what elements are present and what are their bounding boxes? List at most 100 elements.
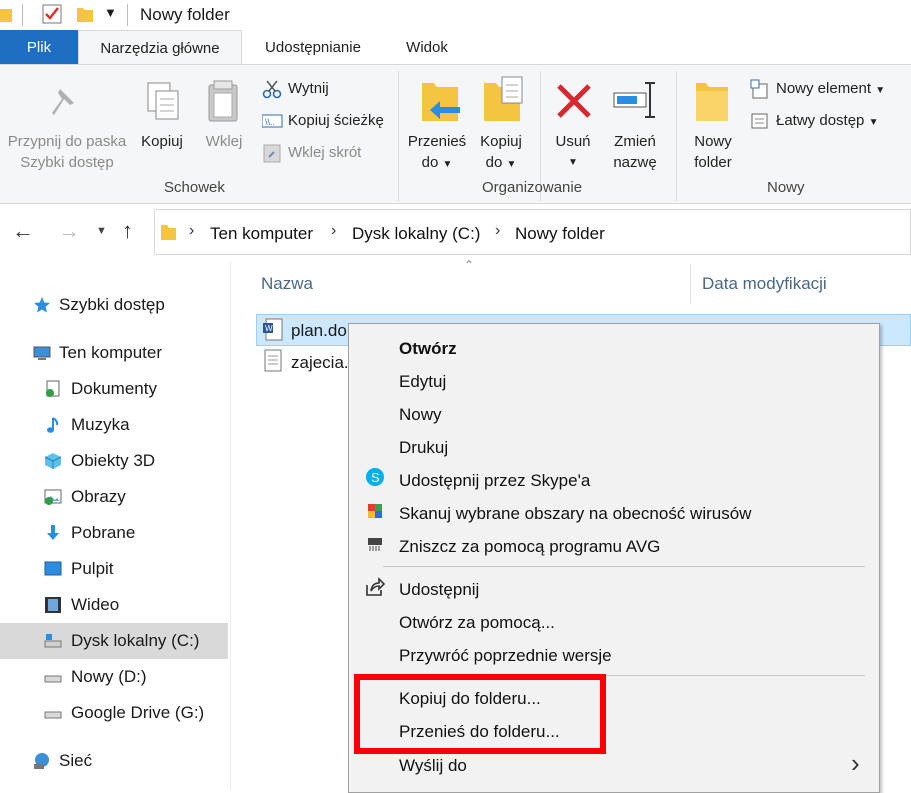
- new-folder-button[interactable]: Nowy folder: [684, 131, 742, 173]
- chevron-right-icon[interactable]: ›: [189, 222, 194, 240]
- nav-new-d[interactable]: Nowy (D:): [0, 659, 228, 695]
- nav-pictures[interactable]: Obrazy: [0, 479, 228, 515]
- navigation-pane: Szybki dostęp Ten komputer Dokumenty Muz…: [0, 262, 231, 790]
- pin-label-1: Przypnij do paska: [7, 133, 127, 150]
- svg-text:\\..: \\..: [265, 117, 275, 127]
- paste-button[interactable]: Wklej: [198, 131, 250, 152]
- new-item-button[interactable]: Nowy element ▼: [776, 80, 885, 97]
- submenu-arrow-icon: ›: [851, 748, 860, 778]
- column-header-name[interactable]: Nazwa: [261, 274, 313, 294]
- nav-network[interactable]: Sieć: [0, 743, 228, 779]
- new-item-label: Nowy element: [776, 80, 872, 97]
- delete-icon: [557, 84, 591, 118]
- copy-to-label-2: do: [485, 154, 503, 171]
- menu-item-restore-versions[interactable]: Przywróć poprzednie wersje: [399, 646, 612, 666]
- file-name[interactable]: zajecia.t: [291, 353, 353, 373]
- menu-item-new[interactable]: Nowy: [399, 405, 442, 425]
- column-divider[interactable]: [690, 264, 691, 304]
- menu-item-open[interactable]: Otwórz: [399, 339, 457, 359]
- chevron-right-icon[interactable]: ›: [495, 222, 500, 240]
- tab-file[interactable]: Plik: [0, 30, 78, 64]
- copy-to-label-1: Kopiuj: [480, 133, 522, 150]
- nav-label: Sieć: [59, 751, 93, 770]
- paste-shortcut-button[interactable]: Wklej skrót: [288, 144, 361, 161]
- dropdown-arrow-icon: ▼: [875, 85, 886, 96]
- copy-to-button[interactable]: Kopiuj do ▼: [472, 131, 530, 175]
- tab-share[interactable]: Udostępnianie: [246, 30, 380, 64]
- new-folder-label-2: folder: [694, 154, 732, 171]
- menu-item-print[interactable]: Drukuj: [399, 438, 448, 458]
- copy-path-button[interactable]: Kopiuj ścieżkę: [288, 112, 384, 129]
- menu-item-avg-scan[interactable]: Skanuj wybrane obszary na obecność wirus…: [399, 504, 751, 524]
- menu-item-open-with[interactable]: Otwórz za pomocą...: [399, 613, 555, 633]
- ribbon: Przypnij do paska Szybki dostęp Kopiuj W…: [0, 64, 911, 204]
- nav-desktop[interactable]: Pulpit: [0, 551, 228, 587]
- word-document-icon: W: [263, 318, 283, 341]
- desktop-icon: [44, 561, 62, 576]
- tab-home[interactable]: Narzędzia główne: [78, 30, 242, 65]
- nav-quick-access[interactable]: Szybki dostęp: [0, 287, 228, 323]
- nav-music[interactable]: Muzyka: [0, 407, 228, 443]
- properties-checkbox-icon[interactable]: [42, 4, 62, 24]
- nav-local-disk[interactable]: Dysk lokalny (C:): [0, 623, 228, 659]
- pin-to-quick-access-button[interactable]: Przypnij do paska Szybki dostęp: [0, 131, 134, 173]
- nav-documents[interactable]: Dokumenty: [0, 371, 228, 407]
- file-name[interactable]: plan.do: [291, 321, 347, 341]
- delete-button[interactable]: Usuń ▼: [548, 131, 598, 173]
- rename-label-1: Zmień: [614, 133, 656, 150]
- nav-google-drive[interactable]: Google Drive (G:): [0, 695, 228, 731]
- easy-access-button[interactable]: Łatwy dostęp ▼: [776, 112, 878, 129]
- skype-icon: S: [366, 468, 384, 486]
- nav-label: Szybki dostęp: [59, 295, 165, 314]
- recent-locations-dropdown-icon[interactable]: ▼: [96, 225, 107, 237]
- address-bar[interactable]: › Ten komputer › Dysk lokalny (C:) › Now…: [154, 209, 911, 255]
- new-folder-quick-icon[interactable]: [76, 4, 94, 24]
- title-bar: ▼ Nowy folder: [0, 0, 911, 30]
- text-file-icon: [264, 349, 282, 372]
- up-button[interactable]: ↑: [122, 218, 133, 244]
- download-icon: [47, 525, 59, 540]
- copy-button[interactable]: Kopiuj: [136, 131, 188, 152]
- nav-label: Ten komputer: [59, 343, 162, 362]
- group-organize-label: Organizowanie: [482, 179, 583, 196]
- nav-downloads[interactable]: Pobrane: [0, 515, 228, 551]
- nav-label: Wideo: [71, 595, 120, 614]
- drive-icon: [44, 711, 62, 719]
- breadcrumb-local-disk[interactable]: Dysk lokalny (C:): [352, 224, 480, 244]
- rename-button[interactable]: Zmień nazwę: [604, 131, 666, 173]
- nav-label: Dokumenty: [71, 379, 157, 398]
- nav-videos[interactable]: Wideo: [0, 587, 228, 623]
- folder-icon: [161, 225, 176, 240]
- menu-item-share-skype[interactable]: Udostępnij przez Skype'a: [399, 471, 590, 491]
- nav-label: Obiekty 3D: [71, 451, 156, 470]
- nav-3d-objects[interactable]: Obiekty 3D: [0, 443, 228, 479]
- menu-item-send-to[interactable]: Wyślij do: [399, 756, 467, 776]
- chevron-right-icon[interactable]: ›: [331, 222, 336, 240]
- dropdown-arrow-icon: ▼: [442, 159, 453, 170]
- film-icon: [45, 597, 61, 613]
- breadcrumb-this-pc[interactable]: Ten komputer: [210, 224, 313, 244]
- menu-item-share[interactable]: Udostępnij: [399, 580, 479, 600]
- column-header-date-modified[interactable]: Data modyfikacji: [702, 274, 827, 294]
- network-icon: [34, 753, 49, 769]
- back-button[interactable]: ←: [12, 218, 34, 244]
- nav-label: Pobrane: [71, 523, 136, 542]
- quick-access-dropdown-icon[interactable]: ▼: [104, 5, 117, 20]
- menu-item-edit[interactable]: Edytuj: [399, 372, 446, 392]
- avg-scan-icon: [368, 504, 382, 518]
- move-to-button[interactable]: Przenieś do ▼: [404, 131, 470, 175]
- menu-item-avg-shred[interactable]: Zniszcz za pomocą programu AVG: [399, 537, 660, 557]
- breadcrumb-new-folder[interactable]: Nowy folder: [515, 224, 605, 244]
- delete-label: Usuń: [555, 133, 591, 150]
- scissors-icon: [262, 80, 282, 99]
- new-item-icon: [750, 79, 768, 99]
- nav-this-pc[interactable]: Ten komputer: [0, 335, 228, 371]
- tab-view[interactable]: Widok: [384, 30, 470, 64]
- computer-icon: [33, 346, 51, 360]
- cut-button[interactable]: Wytnij: [288, 80, 329, 97]
- easy-access-icon: [751, 113, 768, 129]
- forward-button[interactable]: →: [58, 218, 80, 244]
- music-icon: [47, 417, 59, 433]
- new-folder-icon: [696, 83, 728, 121]
- svg-text:S: S: [371, 470, 380, 485]
